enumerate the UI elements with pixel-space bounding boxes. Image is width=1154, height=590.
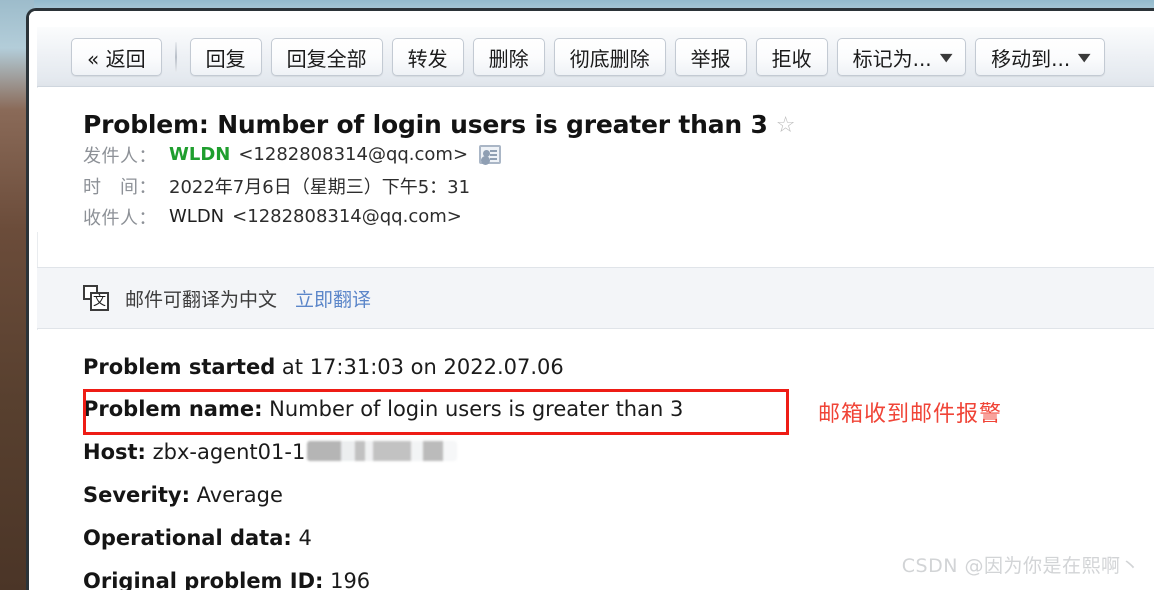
host-redaction-blur [307, 441, 458, 461]
report-button[interactable]: 举报 [674, 38, 747, 76]
severity-value: Average [189, 483, 283, 507]
recipient-row: 收件人： WLDN <1282808314@qq.com> [37, 201, 1154, 232]
csdn-watermark: CSDN @因为你是在熙啊丶 [901, 555, 1140, 577]
recipient-address[interactable]: <1282808314@qq.com> [232, 206, 462, 227]
operational-data-value: 4 [291, 526, 312, 550]
back-button-label: « 返回 [87, 46, 146, 71]
reply-button-label: 回复 [205, 46, 246, 71]
recipient-label: 收件人： [83, 207, 157, 229]
sender-row: 发件人： WLDN <1282808314@qq.com> [37, 139, 1154, 170]
mail-toolbar: « 返回 回复 回复全部 转发 删除 彻底删除 举报 拒收 标记为... ▼ 移… [37, 27, 1154, 87]
delete-button[interactable]: 删除 [472, 38, 545, 76]
original-problem-id-label: Original problem ID: [83, 569, 324, 590]
host-value: zbx-agent01-1 [145, 440, 306, 464]
toolbar-button-row: « 返回 回复 回复全部 转发 删除 彻底删除 举报 拒收 标记为... ▼ 移… [71, 37, 1105, 77]
window-content: « 返回 回复 回复全部 转发 删除 彻底删除 举报 拒收 标记为... ▼ 移… [29, 11, 1154, 590]
translate-bar: 文 邮件可翻译为中文 立即翻译 [37, 267, 1154, 329]
problem-started-line: Problem started at 17:31:03 on 2022.07.0… [83, 357, 564, 378]
date-row: 时 间： 2022年7月6日（星期三）下午5：31 [37, 170, 1154, 201]
star-icon[interactable]: ☆ [776, 114, 796, 136]
forward-button-label: 转发 [407, 46, 448, 71]
reply-button[interactable]: 回复 [189, 38, 262, 76]
date-value: 2022年7月6日（星期三）下午5：31 [169, 176, 471, 198]
original-problem-id-value: 196 [323, 569, 371, 590]
window-top-padding [29, 11, 1154, 27]
delete-button-label: 删除 [488, 46, 529, 71]
mail-subject: Problem: Number of login users is greate… [83, 110, 768, 139]
host-label: Host: [83, 440, 146, 464]
host-line: Host: zbx-agent01-1 [83, 440, 458, 464]
reply-all-button[interactable]: 回复全部 [270, 38, 383, 76]
contact-card-icon[interactable] [479, 145, 502, 164]
recipient-name[interactable]: WLDN [169, 206, 224, 227]
subject-row: Problem: Number of login users is greate… [37, 88, 1154, 139]
reply-all-button-label: 回复全部 [286, 46, 367, 71]
delete-permanently-button[interactable]: 彻底删除 [553, 38, 666, 76]
reject-button[interactable]: 拒收 [755, 38, 828, 76]
mark-as-button[interactable]: 标记为... ▼ [836, 38, 967, 76]
sender-address[interactable]: <1282808314@qq.com> [238, 144, 468, 165]
date-label: 时 间： [83, 176, 157, 198]
severity-label: Severity: [83, 483, 190, 507]
move-to-button-label: 移动到... [991, 46, 1071, 71]
chevron-down-icon: ▼ [939, 50, 953, 64]
mail-header: Problem: Number of login users is greate… [37, 88, 1154, 232]
forward-button[interactable]: 转发 [391, 38, 464, 76]
annotation-note-text: 邮箱收到邮件报警 [818, 402, 1003, 427]
chevron-down-icon: ▼ [1078, 50, 1091, 64]
toolbar-separator [174, 42, 177, 72]
translate-icon: 文 [83, 285, 111, 311]
operational-data-label: Operational data: [83, 526, 292, 550]
problem-started-value: at 17:31:03 on 2022.07.06 [275, 355, 564, 379]
translate-icon-front-square: 文 [90, 292, 109, 311]
delete-permanently-button-label: 彻底删除 [569, 46, 650, 71]
problem-name-value: Number of login users is greater than 3 [262, 397, 684, 421]
operational-data-line: Operational data: 4 [83, 528, 312, 549]
reject-button-label: 拒收 [771, 46, 812, 71]
move-to-button[interactable]: 移动到... ▼ [975, 38, 1105, 76]
severity-line: Severity: Average [83, 485, 283, 506]
original-problem-id-line: Original problem ID: 196 [83, 571, 370, 590]
problem-started-label: Problem started [83, 355, 276, 379]
report-button-label: 举报 [690, 46, 731, 71]
mail-client-window: « 返回 回复 回复全部 转发 删除 彻底删除 举报 拒收 标记为... ▼ 移… [26, 8, 1154, 590]
mark-as-button-label: 标记为... [852, 46, 932, 71]
translate-now-link[interactable]: 立即翻译 [295, 285, 371, 312]
sender-name[interactable]: WLDN [169, 144, 230, 165]
sender-label: 发件人： [83, 145, 157, 167]
translate-text: 邮件可翻译为中文 [125, 288, 278, 311]
problem-name-line: Problem name: Number of login users is g… [83, 399, 683, 420]
problem-name-label: Problem name: [83, 397, 263, 421]
back-button[interactable]: « 返回 [71, 38, 162, 76]
